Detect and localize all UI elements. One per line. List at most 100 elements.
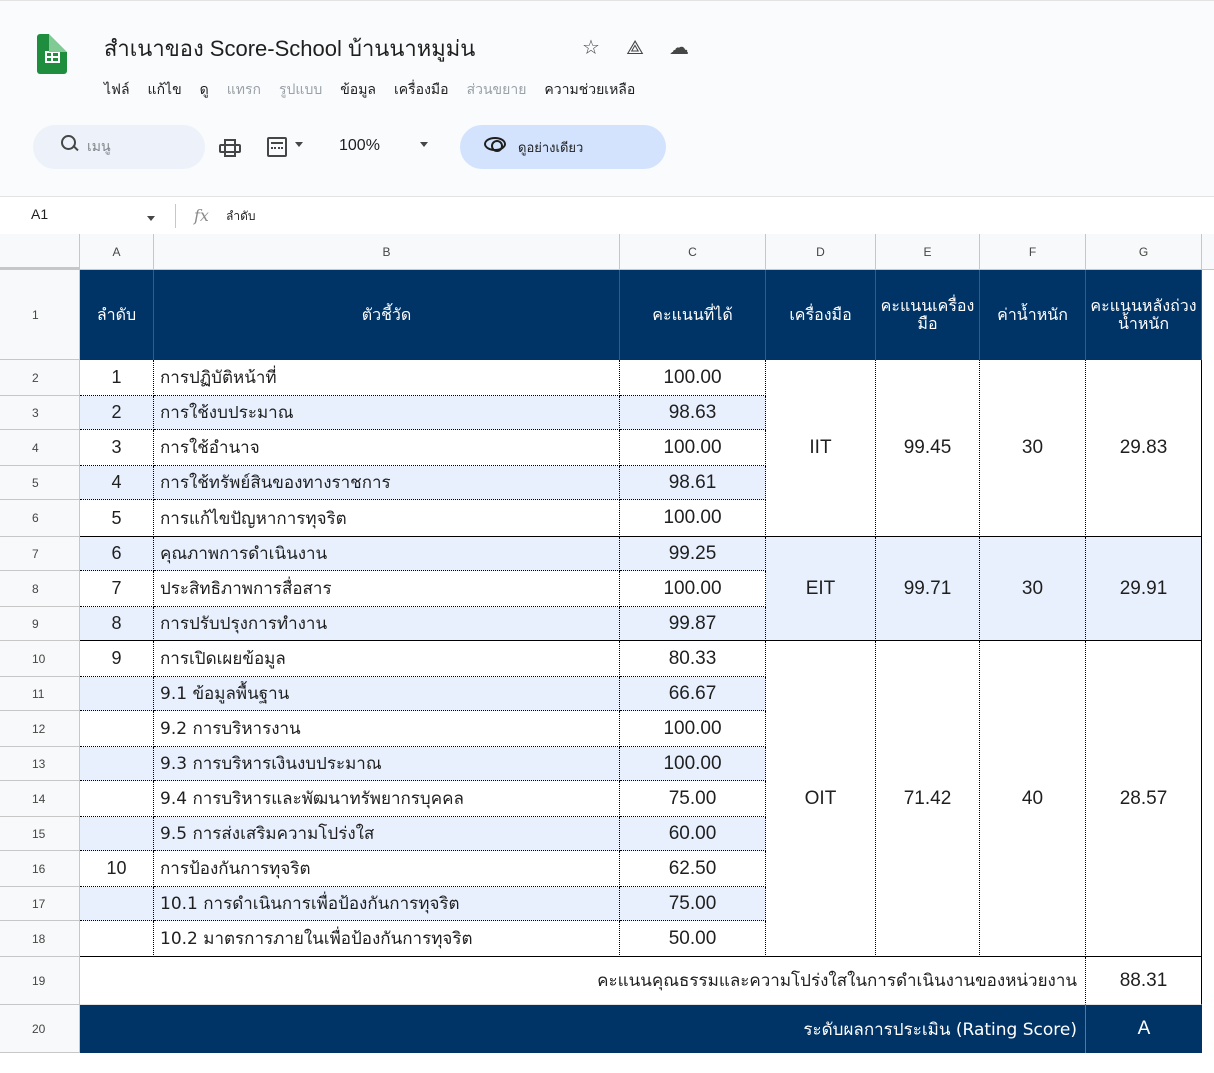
sequence-cell[interactable]: 6 [80,537,154,571]
print-icon[interactable] [219,139,241,157]
total-value-cell[interactable]: 88.31 [1086,957,1202,1005]
row-header[interactable]: 16 [0,851,80,887]
column-header[interactable]: F [980,234,1086,270]
sequence-cell[interactable] [80,711,154,747]
weighted-score-cell[interactable]: 29.91 [1086,537,1202,641]
tool-score-cell[interactable]: 99.71 [876,537,980,641]
column-header[interactable]: D [766,234,876,270]
column-header[interactable]: G [1086,234,1202,270]
sheet-grid[interactable]: A B C D E F G 1 2 3 4 5 6 7 8 9 10 11 12 13 14 15 16 17 18 19 20 ลำ… [0,234,1214,1073]
score-cell[interactable]: 100.00 [620,747,766,781]
column-header[interactable]: A [80,234,154,270]
indicator-cell[interactable]: การใช้ทรัพย์สินของทางราชการ [154,466,620,500]
sequence-cell[interactable]: 5 [80,500,154,537]
row-header[interactable]: 15 [0,817,80,851]
table-header-cell[interactable]: ลำดับ [80,270,154,360]
sequence-cell[interactable]: 8 [80,607,154,641]
number-format-icon[interactable] [267,137,287,157]
menu-item[interactable]: ส่วนขยาย [467,79,533,101]
indicator-cell[interactable]: การเปิดเผยข้อมูล [154,641,620,677]
column-header-extra[interactable] [1202,234,1214,270]
tool-cell[interactable]: OIT [766,641,876,957]
rating-label-cell[interactable]: ระดับผลการประเมิน (Rating Score) [80,1005,1086,1053]
row-header[interactable]: 8 [0,571,80,607]
score-cell[interactable]: 75.00 [620,887,766,921]
total-label-cell[interactable]: คะแนนคุณธรรมและความโปร่งใสในการดำเนินงาน… [80,957,1086,1005]
cloud-saved-icon[interactable]: ☁ [667,35,691,59]
row-header[interactable]: 12 [0,711,80,747]
menu-item[interactable]: แก้ไข [148,79,188,101]
row-header[interactable]: 5 [0,466,80,500]
indicator-cell[interactable]: การปรับปรุงการทำงาน [154,607,620,641]
row-header[interactable]: 14 [0,781,80,817]
sequence-cell[interactable]: 10 [80,851,154,887]
weight-cell[interactable]: 40 [980,641,1086,957]
sequence-cell[interactable]: 9 [80,641,154,677]
score-cell[interactable]: 100.00 [620,500,766,537]
star-icon[interactable]: ☆ [579,35,603,59]
sequence-cell[interactable]: 7 [80,571,154,607]
row-header[interactable]: 1 [0,270,80,360]
table-header-cell[interactable]: คะแนนหลังถ่วงน้ำหนัก [1086,270,1202,360]
sequence-cell[interactable] [80,677,154,711]
view-only-button[interactable]: ดูอย่างเดียว [460,125,666,169]
row-header[interactable]: 20 [0,1005,80,1053]
weighted-score-cell[interactable]: 29.83 [1086,360,1202,537]
row-header[interactable]: 17 [0,887,80,921]
indicator-cell[interactable]: การใช้งบประมาณ [154,396,620,430]
chevron-down-icon[interactable] [147,216,155,221]
row-header[interactable]: 11 [0,677,80,711]
sequence-cell[interactable]: 1 [80,360,154,396]
score-cell[interactable]: 75.00 [620,781,766,817]
score-cell[interactable]: 99.25 [620,537,766,571]
chevron-down-icon[interactable] [295,142,303,147]
weight-cell[interactable]: 30 [980,360,1086,537]
indicator-cell[interactable]: 10.1 การดำเนินการเพื่อป้องกันการทุจริต [154,887,620,921]
indicator-cell[interactable]: คุณภาพการดำเนินงาน [154,537,620,571]
row-header[interactable]: 10 [0,641,80,677]
sequence-cell[interactable] [80,921,154,957]
score-cell[interactable]: 62.50 [620,851,766,887]
sequence-cell[interactable]: 2 [80,396,154,430]
indicator-cell[interactable]: การปฏิบัติหน้าที่ [154,360,620,396]
score-cell[interactable]: 100.00 [620,711,766,747]
indicator-cell[interactable]: ประสิทธิภาพการสื่อสาร [154,571,620,607]
score-cell[interactable]: 60.00 [620,817,766,851]
sequence-cell[interactable]: 3 [80,430,154,466]
chevron-down-icon[interactable] [420,142,428,147]
column-header[interactable]: E [876,234,980,270]
indicator-cell[interactable]: 9.3 การบริหารเงินงบประมาณ [154,747,620,781]
sequence-cell[interactable] [80,781,154,817]
menu-item[interactable]: ไฟล์ [104,79,136,101]
indicator-cell[interactable]: 9.2 การบริหารงาน [154,711,620,747]
tool-score-cell[interactable]: 99.45 [876,360,980,537]
sequence-cell[interactable] [80,747,154,781]
menu-item[interactable]: รูปแบบ [279,79,328,101]
menu-item[interactable]: เครื่องมือ [394,79,455,101]
tool-cell[interactable]: IIT [766,360,876,537]
row-header[interactable]: 4 [0,430,80,466]
row-header[interactable]: 13 [0,747,80,781]
indicator-cell[interactable]: การป้องกันการทุจริต [154,851,620,887]
document-title[interactable]: สำเนาของ Score-School บ้านนาหมูม่น [104,31,475,66]
sequence-cell[interactable] [80,887,154,921]
weight-cell[interactable]: 30 [980,537,1086,641]
sequence-cell[interactable] [80,817,154,851]
menu-item[interactable]: ดู [200,79,215,101]
name-box[interactable]: A1 [31,206,48,222]
score-cell[interactable]: 98.63 [620,396,766,430]
row-header[interactable]: 7 [0,537,80,571]
score-cell[interactable]: 66.67 [620,677,766,711]
row-header[interactable]: 9 [0,607,80,641]
row-header[interactable]: 3 [0,396,80,430]
weighted-score-cell[interactable]: 28.57 [1086,641,1202,957]
indicator-cell[interactable]: 9.1 ข้อมูลพื้นฐาน [154,677,620,711]
indicator-cell[interactable]: การใช้อำนาจ [154,430,620,466]
table-header-cell[interactable]: เครื่องมือ [766,270,876,360]
sheets-logo-icon[interactable] [37,34,67,74]
indicator-cell[interactable]: 9.5 การส่งเสริมความโปร่งใส [154,817,620,851]
table-header-cell[interactable]: คะแนนเครื่องมือ [876,270,980,360]
search-menu-box[interactable] [33,125,205,169]
zoom-select[interactable]: 100% [339,137,380,155]
row-header[interactable]: 18 [0,921,80,957]
